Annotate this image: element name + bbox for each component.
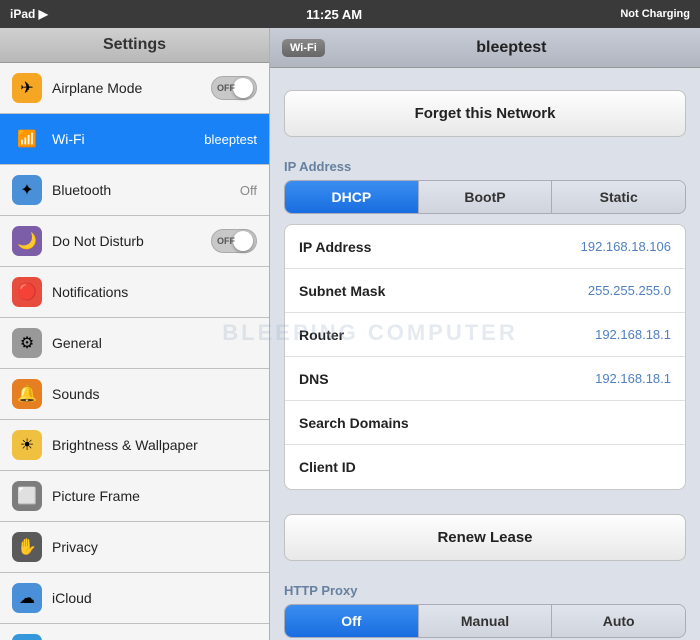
right-header-title: bleeptest bbox=[335, 39, 688, 57]
bluetooth-sub: Off bbox=[240, 183, 257, 198]
row-client-id: Client ID bbox=[285, 445, 685, 489]
sidebar-item-icloud[interactable]: ☁ iCloud bbox=[0, 573, 269, 624]
ip-section-label: IP Address bbox=[284, 159, 686, 174]
value-ip-address: 192.168.18.106 bbox=[581, 239, 671, 254]
renew-lease-button[interactable]: Renew Lease bbox=[284, 514, 686, 561]
item-label-wifi: Wi-Fi bbox=[52, 131, 204, 147]
notif-icon: 🔴 bbox=[12, 277, 42, 307]
sidebar-item-mail[interactable]: ✉ Mail, Contacts, Calendars bbox=[0, 624, 269, 640]
wifi-icon: 📶 bbox=[12, 124, 42, 154]
item-label-sounds: Sounds bbox=[52, 386, 257, 402]
row-ip-address: IP Address 192.168.18.106 bbox=[285, 225, 685, 269]
status-right: Not Charging bbox=[620, 8, 690, 20]
frame-icon: ⬜ bbox=[12, 481, 42, 511]
sidebar-item-sounds[interactable]: 🔔 Sounds bbox=[0, 369, 269, 420]
sidebar-item-frame[interactable]: ⬜ Picture Frame bbox=[0, 471, 269, 522]
sidebar-item-notifications[interactable]: 🔴 Notifications bbox=[0, 267, 269, 318]
ip-tab-static[interactable]: Static bbox=[552, 181, 685, 213]
sidebar-item-bluetooth[interactable]: ✦ Bluetooth Off bbox=[0, 165, 269, 216]
http-section-label: HTTP Proxy bbox=[284, 583, 686, 598]
toggle-knob bbox=[233, 78, 253, 98]
privacy-icon: ✋ bbox=[12, 532, 42, 562]
battery-status: Not Charging bbox=[620, 8, 690, 20]
row-search-domains: Search Domains bbox=[285, 401, 685, 445]
mail-icon: ✉ bbox=[12, 634, 42, 640]
item-label-dnd: Do Not Disturb bbox=[52, 233, 211, 249]
http-tab-control: Off Manual Auto bbox=[284, 604, 686, 638]
dnd-toggle[interactable] bbox=[211, 229, 257, 253]
item-label-icloud: iCloud bbox=[52, 590, 257, 606]
main-container: Settings ✈ Airplane Mode 📶 Wi-Fi bleepte… bbox=[0, 28, 700, 640]
label-ip-address: IP Address bbox=[299, 239, 581, 255]
row-dns: DNS 192.168.18.1 bbox=[285, 357, 685, 401]
item-label-bluetooth: Bluetooth bbox=[52, 182, 240, 198]
ip-tab-control: DHCP BootP Static bbox=[284, 180, 686, 214]
brightness-icon: ☀ bbox=[12, 430, 42, 460]
ip-tab-bootp[interactable]: BootP bbox=[419, 181, 553, 213]
renew-section: Renew Lease bbox=[270, 502, 700, 561]
wifi-sub: bleeptest bbox=[204, 132, 257, 147]
status-ipad: iPad ▶ bbox=[10, 7, 48, 21]
row-subnet-mask: Subnet Mask 255.255.255.0 bbox=[285, 269, 685, 313]
label-subnet-mask: Subnet Mask bbox=[299, 283, 588, 299]
airplane-toggle[interactable] bbox=[211, 76, 257, 100]
sidebar: Settings ✈ Airplane Mode 📶 Wi-Fi bleepte… bbox=[0, 28, 270, 640]
ip-info-card: IP Address 192.168.18.106 Subnet Mask 25… bbox=[284, 224, 686, 490]
value-dns: 192.168.18.1 bbox=[595, 371, 671, 386]
label-search-domains: Search Domains bbox=[299, 415, 671, 431]
item-label-privacy: Privacy bbox=[52, 539, 257, 555]
label-router: Router bbox=[299, 327, 595, 343]
right-header: Wi-Fi bleeptest bbox=[270, 28, 700, 68]
sidebar-title: Settings bbox=[0, 28, 269, 63]
airplane-icon: ✈ bbox=[12, 73, 42, 103]
wifi-badge: Wi-Fi bbox=[282, 39, 325, 57]
right-panel: Wi-Fi bleeptest Forget this Network IP A… bbox=[270, 28, 700, 640]
label-dns: DNS bbox=[299, 371, 595, 387]
dnd-icon: 🌙 bbox=[12, 226, 42, 256]
status-bar: iPad ▶ 11:25 AM Not Charging bbox=[0, 0, 700, 28]
item-label-brightness: Brightness & Wallpaper bbox=[52, 437, 257, 453]
row-router: Router 192.168.18.1 bbox=[285, 313, 685, 357]
ip-address-section: IP Address DHCP BootP Static bbox=[270, 137, 700, 214]
http-tab-off[interactable]: Off bbox=[285, 605, 419, 637]
sounds-icon: 🔔 bbox=[12, 379, 42, 409]
value-router: 192.168.18.1 bbox=[595, 327, 671, 342]
ip-tab-dhcp[interactable]: DHCP bbox=[285, 181, 419, 213]
http-tab-auto[interactable]: Auto bbox=[552, 605, 685, 637]
sidebar-item-airplane[interactable]: ✈ Airplane Mode bbox=[0, 63, 269, 114]
sidebar-item-general[interactable]: ⚙ General bbox=[0, 318, 269, 369]
forget-section: Forget this Network bbox=[270, 78, 700, 137]
item-label-airplane: Airplane Mode bbox=[52, 80, 211, 96]
ip-info-wrapper: IP Address 192.168.18.106 Subnet Mask 25… bbox=[270, 224, 700, 490]
sidebar-item-privacy[interactable]: ✋ Privacy bbox=[0, 522, 269, 573]
sidebar-item-brightness[interactable]: ☀ Brightness & Wallpaper bbox=[0, 420, 269, 471]
sidebar-item-wifi[interactable]: 📶 Wi-Fi bleeptest bbox=[0, 114, 269, 165]
status-time: 11:25 AM bbox=[306, 7, 362, 22]
icloud-icon: ☁ bbox=[12, 583, 42, 613]
sidebar-item-dnd[interactable]: 🌙 Do Not Disturb bbox=[0, 216, 269, 267]
http-tab-manual[interactable]: Manual bbox=[419, 605, 553, 637]
forget-network-button[interactable]: Forget this Network bbox=[284, 90, 686, 137]
toggle-knob-dnd bbox=[233, 231, 253, 251]
item-label-frame: Picture Frame bbox=[52, 488, 257, 504]
general-icon: ⚙ bbox=[12, 328, 42, 358]
status-left: iPad ▶ bbox=[10, 7, 48, 21]
http-proxy-section: HTTP Proxy Off Manual Auto bbox=[270, 561, 700, 638]
item-label-notifications: Notifications bbox=[52, 284, 257, 300]
value-subnet-mask: 255.255.255.0 bbox=[588, 283, 671, 298]
label-client-id: Client ID bbox=[299, 459, 671, 475]
item-label-general: General bbox=[52, 335, 257, 351]
bluetooth-icon: ✦ bbox=[12, 175, 42, 205]
